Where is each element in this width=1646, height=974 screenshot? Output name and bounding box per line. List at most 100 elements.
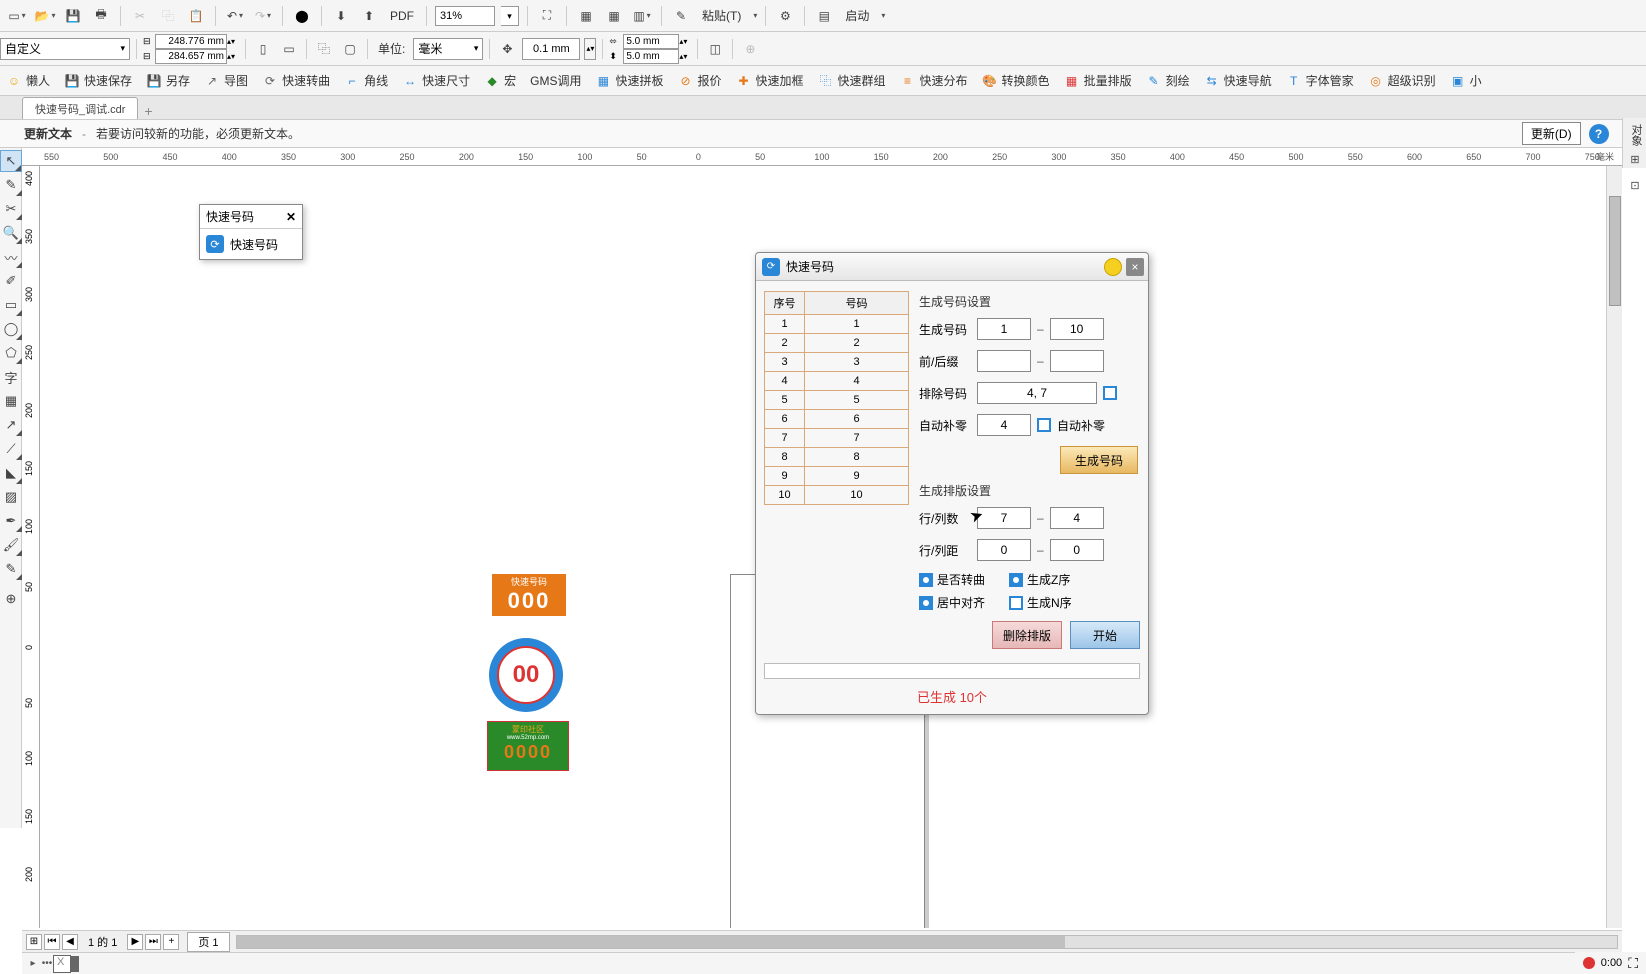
zoom-dropdown[interactable]: ▾ <box>501 6 519 26</box>
ellipse-tool[interactable]: ◯ <box>0 318 22 340</box>
generate-button[interactable]: 生成号码 <box>1060 446 1138 474</box>
eyedropper-tool[interactable]: ✒ <box>0 510 22 532</box>
artistic-media-tool[interactable]: ✐ <box>0 270 22 292</box>
smiley-icon[interactable] <box>1104 258 1122 276</box>
gen-to-input[interactable] <box>1050 318 1104 340</box>
print-icon[interactable]: 🖶 <box>90 5 112 27</box>
table-row[interactable]: 44 <box>765 372 909 391</box>
status-expand-icon[interactable]: ⛶ <box>1628 955 1638 972</box>
pdf-export-button[interactable]: PDF <box>386 9 418 23</box>
plugin-quote[interactable]: ⊘报价 <box>677 72 721 89</box>
page-tab[interactable]: 页 1 <box>187 932 229 952</box>
rectangle-tool[interactable]: ▭ <box>0 294 22 316</box>
polygon-tool[interactable]: ⬠ <box>0 342 22 364</box>
portrait-icon[interactable]: ▯ <box>252 38 274 60</box>
nudge-distance-input[interactable] <box>522 38 580 60</box>
cut-icon[interactable]: ✂ <box>129 5 151 27</box>
table-row[interactable]: 1010 <box>765 486 909 505</box>
launch-list-icon[interactable]: ▤ <box>813 5 835 27</box>
fullscreen-icon[interactable]: ⛶ <box>536 5 558 27</box>
gen-from-input[interactable] <box>977 318 1031 340</box>
help-icon[interactable]: ? <box>1589 124 1609 144</box>
dup-y-input[interactable] <box>623 49 679 64</box>
table-row[interactable]: 99 <box>765 467 909 486</box>
plugin-gms[interactable]: GMS调用 <box>530 72 581 89</box>
page-config-icon[interactable]: ⊞ <box>26 934 42 950</box>
expand-toolbox-button[interactable]: ⊕ <box>0 588 22 610</box>
plugin-export-image[interactable]: ↗导图 <box>204 72 248 89</box>
undo-icon[interactable]: ↶▾ <box>224 5 246 27</box>
outline-tool[interactable]: ✎ <box>0 558 22 580</box>
pick-tool[interactable]: ↖ <box>0 150 22 172</box>
plugin-impose[interactable]: ▦快速拼板 <box>595 72 663 89</box>
zoom-level-input[interactable] <box>435 6 495 26</box>
plugin-quicksave[interactable]: 💾快速保存 <box>64 72 132 89</box>
options-icon[interactable]: ⚙ <box>774 5 796 27</box>
launch-button[interactable]: 启动 <box>841 7 873 24</box>
row-gap-input[interactable] <box>977 539 1031 561</box>
vertical-scrollbar[interactable] <box>1606 166 1622 928</box>
plugin-frame[interactable]: ✚快速加框 <box>736 72 804 89</box>
palette-menu[interactable]: ••• <box>40 955 54 973</box>
new-doc-icon[interactable]: ▭▾ <box>6 5 28 27</box>
connector-tool[interactable]: ⟋ <box>0 438 22 460</box>
suffix-input[interactable] <box>1050 350 1104 372</box>
landscape-icon[interactable]: ▭ <box>278 38 300 60</box>
prop-icon-1[interactable]: ⊞ <box>1624 148 1646 170</box>
fill-tool[interactable]: 🖌 <box>0 534 22 556</box>
save-icon[interactable]: 💾 <box>62 5 84 27</box>
text-tool[interactable]: 字 <box>0 366 22 388</box>
shape-tool[interactable]: ✎ <box>0 174 22 196</box>
add-page-button[interactable]: + <box>163 934 179 950</box>
center-align-checkbox[interactable] <box>919 596 933 610</box>
delete-layout-button[interactable]: 删除排版 <box>992 621 1062 649</box>
plugin-ocr[interactable]: ◎超级识别 <box>1368 72 1436 89</box>
add-tab-button[interactable]: + <box>138 103 158 119</box>
table-tool[interactable]: ▦ <box>0 390 22 412</box>
sample-badge-round[interactable]: 00 <box>489 638 563 712</box>
crop-tool[interactable]: ✂ <box>0 198 22 220</box>
paste-menu-button[interactable]: 粘贴(T) <box>698 7 745 24</box>
plugin-convert-color[interactable]: 🎨转换颜色 <box>982 72 1050 89</box>
update-text-button[interactable]: 更新(D) <box>1522 122 1581 145</box>
plugin-group[interactable]: ⿻快速群组 <box>818 72 886 89</box>
copy-icon[interactable]: ⿻ <box>157 5 179 27</box>
table-row[interactable]: 88 <box>765 448 909 467</box>
freehand-tool[interactable]: 〰 <box>0 246 22 268</box>
dialog-titlebar[interactable]: ⟳ 快速号码 × <box>756 253 1148 281</box>
next-page-button[interactable]: ▶ <box>127 934 143 950</box>
palette-scroll-left[interactable]: ▸ <box>26 955 40 973</box>
pad-checkbox[interactable] <box>1037 418 1051 432</box>
quick-number-docker[interactable]: 快速号码 ✕ ⟳ 快速号码 <box>199 204 303 260</box>
plugin-distribute[interactable]: ≡快速分布 <box>900 72 968 89</box>
pad-digits-input[interactable] <box>977 414 1031 436</box>
sample-badge-orange[interactable]: 快速号码 000 <box>492 574 566 616</box>
edit-icon[interactable]: ✎ <box>670 5 692 27</box>
plugin-engrave[interactable]: ✎刻绘 <box>1146 72 1190 89</box>
current-page-icon[interactable]: ▢ <box>339 38 361 60</box>
dup-x-input[interactable] <box>623 34 679 49</box>
table-row[interactable]: 77 <box>765 429 909 448</box>
table-row[interactable]: 55 <box>765 391 909 410</box>
rows-input[interactable] <box>977 507 1031 529</box>
prev-page-button[interactable]: ◀ <box>62 934 78 950</box>
paste-icon[interactable]: 📋 <box>185 5 207 27</box>
n-order-checkbox[interactable] <box>1009 596 1023 610</box>
export-icon[interactable]: ⬆ <box>358 5 380 27</box>
last-page-button[interactable]: ⏭ <box>145 934 161 950</box>
prop-icon-2[interactable]: ⊡ <box>1624 174 1646 196</box>
z-order-checkbox[interactable] <box>1009 573 1023 587</box>
first-page-button[interactable]: ⏮ <box>44 934 60 950</box>
dimension-tool[interactable]: ↗ <box>0 414 22 436</box>
rulers-icon[interactable]: ▦ <box>575 5 597 27</box>
page-preset-combo[interactable]: 自定义▾ <box>0 38 130 60</box>
sample-badge-green[interactable]: 蒙印社区 www.52mp.com 0000 <box>487 721 569 771</box>
table-row[interactable]: 22 <box>765 334 909 353</box>
plugin-batch-layout[interactable]: ▦批量排版 <box>1064 72 1132 89</box>
close-docker-icon[interactable]: ✕ <box>286 210 296 224</box>
plugin-navigate[interactable]: ⇆快速导航 <box>1204 72 1272 89</box>
plugin-to-curves[interactable]: ⟳快速转曲 <box>262 72 330 89</box>
cols-input[interactable] <box>1050 507 1104 529</box>
plugin-more[interactable]: ▣小 <box>1450 72 1482 89</box>
document-tab[interactable]: 快速号码_调试.cdr <box>22 97 138 119</box>
